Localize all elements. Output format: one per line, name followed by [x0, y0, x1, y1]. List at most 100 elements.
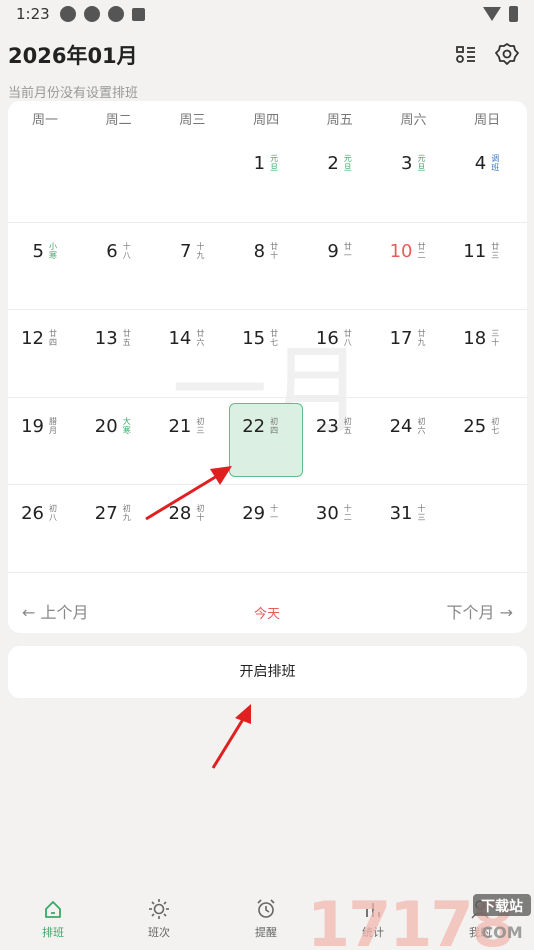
- svg-text:下载站: 下载站: [481, 898, 523, 915]
- calendar-day-cell[interactable]: 3 元旦: [377, 135, 451, 195]
- lunar-date-label: 调班: [491, 154, 500, 172]
- lunar-date-label: 腊月: [49, 416, 57, 435]
- site-watermark-logo: 17178 下载站 COM: [307, 888, 531, 950]
- alarm-clock-icon: [257, 899, 275, 918]
- day-number: 10: [389, 240, 413, 262]
- day-number: 31: [389, 503, 413, 524]
- home-icon: [45, 901, 61, 918]
- schedule-hint: 当前月份没有设置排班: [8, 86, 139, 101]
- lunar-date-label: 廿四: [49, 329, 57, 347]
- day-number: 14: [168, 328, 192, 349]
- calendar-day-cell[interactable]: 23 初五: [303, 398, 377, 458]
- notification-icon: [60, 6, 76, 22]
- calendar-day-cell[interactable]: 11 廿三: [450, 223, 524, 283]
- gear-icon: [495, 43, 519, 65]
- prev-month-button[interactable]: ← 上个月: [22, 599, 89, 623]
- notification-icon: [84, 6, 100, 22]
- start-schedule-button[interactable]: 开启排班: [8, 646, 527, 698]
- calendar-day-cell[interactable]: 17 廿九: [377, 310, 451, 370]
- day-number: 13: [94, 328, 118, 349]
- day-number: 27: [94, 503, 118, 524]
- sun-icon: [149, 899, 169, 919]
- nav-item-1[interactable]: 班次: [119, 898, 199, 940]
- list-icon: [456, 46, 475, 63]
- day-number: 21: [168, 415, 192, 437]
- svg-text:COM: COM: [481, 923, 522, 942]
- calendar-day-cell[interactable]: 22 初四: [229, 398, 304, 477]
- selected-day-highlight: [229, 402, 304, 477]
- calendar-day-cell[interactable]: 20 大寒: [82, 398, 156, 458]
- next-month-button[interactable]: 下个月 →: [447, 599, 514, 623]
- calendar-day-cell[interactable]: 9 廿一: [303, 223, 377, 283]
- lunar-date-label: 廿六: [196, 329, 205, 347]
- calendar-day-cell[interactable]: 8 廿十: [229, 223, 303, 283]
- settings-button[interactable]: [493, 40, 521, 68]
- calendar-navigation: ← 上个月 今天 下个月 →: [8, 591, 527, 631]
- lunar-date-label: 十三: [417, 504, 426, 522]
- status-bar: 1:23: [0, 0, 534, 28]
- day-number: 24: [389, 415, 413, 437]
- day-number: 26: [21, 503, 44, 524]
- calendar-day-cell[interactable]: 1 元旦: [229, 135, 303, 195]
- annotation-arrow: [211, 704, 251, 769]
- calendar-day-cell[interactable]: 26 初八: [8, 485, 82, 545]
- calendar-day-cell[interactable]: 10 廿二: [377, 223, 451, 283]
- calendar-day-cell[interactable]: 21 初三: [155, 398, 229, 458]
- day-number: 3: [401, 153, 413, 174]
- calendar-day-cell[interactable]: 24 初六: [377, 398, 451, 458]
- weekday-label: 周日: [474, 113, 501, 128]
- lunar-date-label: 廿七: [270, 329, 279, 347]
- calendar-day-cell[interactable]: 31 十三: [377, 485, 451, 545]
- lunar-date-label: 元旦: [343, 154, 352, 172]
- calendar-day-cell[interactable]: 19 腊月: [8, 398, 82, 458]
- lunar-date-label: 元旦: [270, 154, 279, 172]
- calendar-day-cell[interactable]: 30 十二: [303, 485, 377, 545]
- weekday-label: 周一: [31, 113, 58, 128]
- list-view-button[interactable]: [452, 40, 480, 68]
- weekday-label: 周三: [179, 113, 206, 128]
- day-number: 18: [463, 328, 487, 349]
- calendar-day-cell[interactable]: 18 三十: [450, 310, 524, 370]
- lunar-date-label: 廿八: [343, 329, 352, 347]
- today-button[interactable]: 今天: [242, 603, 292, 622]
- nav-item-2[interactable]: 提醒: [226, 898, 306, 940]
- lunar-date-label: 小寒: [49, 241, 57, 260]
- lunar-date-label: 廿五: [122, 329, 131, 347]
- wifi-icon: [483, 7, 501, 21]
- day-number: 16: [315, 328, 339, 349]
- calendar-day-cell[interactable]: 25 初七: [450, 398, 524, 458]
- day-number: 20: [94, 415, 118, 437]
- notification-icon: [108, 6, 124, 22]
- day-number: 6: [106, 240, 118, 262]
- lunar-date-label: 三十: [491, 329, 500, 347]
- lunar-date-label: 初五: [343, 416, 352, 435]
- day-number: 8: [253, 240, 266, 262]
- day-number: 4: [474, 153, 487, 174]
- lunar-date-label: 廿十: [270, 241, 279, 260]
- calendar-day-cell[interactable]: 5 小寒: [8, 223, 82, 283]
- annotation-arrow: [145, 466, 232, 521]
- nav-item-label: 提醒: [255, 926, 277, 939]
- calendar-day-cell[interactable]: 13 廿五: [82, 310, 156, 370]
- battery-icon: [509, 6, 518, 22]
- calendar-day-cell[interactable]: 12 廿四: [8, 310, 82, 370]
- calendar-day-cell[interactable]: 29 十一: [229, 485, 303, 545]
- day-number: 2: [327, 153, 339, 174]
- lunar-date-label: 初九: [122, 504, 131, 522]
- status-time: 1:23: [16, 5, 50, 23]
- lunar-date-label: 初六: [417, 416, 426, 435]
- month-title[interactable]: 2026年01月: [8, 40, 138, 70]
- lunar-date-label: 十一: [270, 504, 279, 522]
- calendar-day-cell[interactable]: 16 廿八: [303, 310, 377, 370]
- calendar-day-cell[interactable]: 15 廿七: [229, 310, 303, 370]
- nav-item-0[interactable]: 排班: [13, 898, 93, 940]
- calendar-day-cell[interactable]: 7 十九: [155, 223, 229, 283]
- day-number: 1: [253, 153, 266, 174]
- calendar-day-cell[interactable]: 4 调班: [450, 135, 524, 195]
- calendar-day-cell[interactable]: 2 元旦: [303, 135, 377, 195]
- day-number: 5: [32, 240, 44, 262]
- day-number: 29: [242, 503, 266, 524]
- lunar-date-label: 廿二: [417, 241, 426, 260]
- calendar-day-cell[interactable]: 14 廿六: [155, 310, 229, 370]
- calendar-day-cell[interactable]: 6 十八: [82, 223, 156, 283]
